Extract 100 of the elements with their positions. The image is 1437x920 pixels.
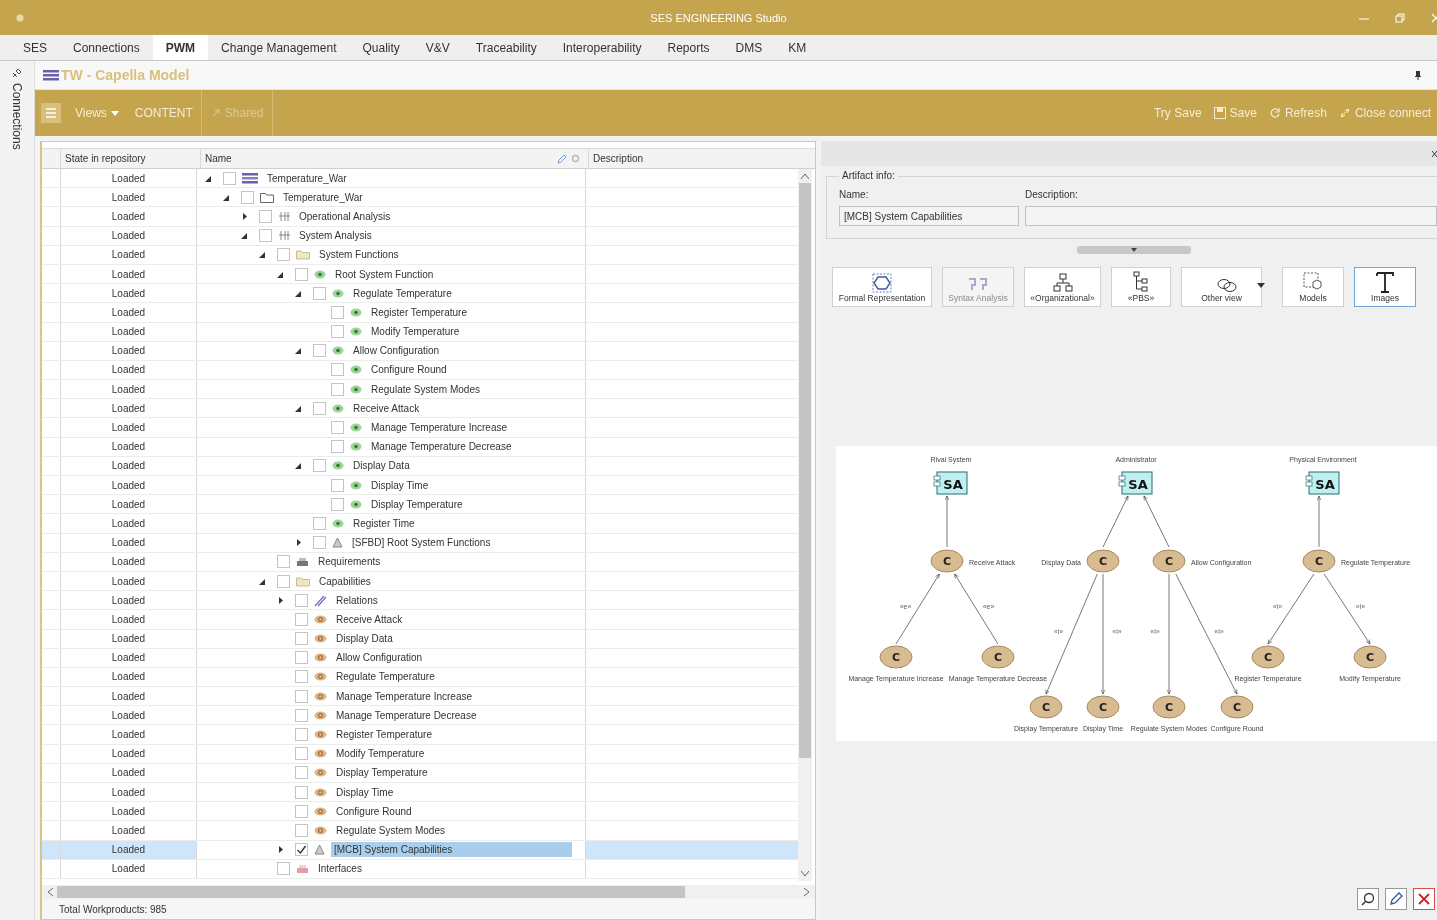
tree-item-label[interactable]: Display Temperature	[333, 765, 431, 781]
checkbox[interactable]	[313, 459, 326, 473]
table-row[interactable]: Loaded Display Data	[42, 456, 798, 476]
checkbox[interactable]	[295, 708, 308, 722]
table-row[interactable]: Loaded Modify Temperature	[42, 744, 798, 764]
checkbox[interactable]	[295, 747, 308, 761]
checkbox[interactable]	[313, 401, 326, 415]
view-button[interactable]: Other view	[1181, 267, 1262, 307]
tree-item-label[interactable]: Regulate System Modes	[333, 822, 448, 838]
checkbox[interactable]	[295, 612, 308, 626]
vertical-scrollbar[interactable]	[798, 169, 812, 881]
view-button[interactable]: Models	[1282, 267, 1344, 307]
checkbox[interactable]	[241, 190, 254, 204]
table-row[interactable]: Loaded Root System Function	[42, 264, 798, 285]
table-row[interactable]: Loaded Regulate System Modes	[42, 380, 798, 400]
table-row[interactable]: Loaded Requirements	[42, 552, 798, 572]
table-row[interactable]: Loaded Manage Temperature Decrease	[42, 706, 798, 726]
menu-tab[interactable]: PWM	[152, 35, 209, 60]
checkbox[interactable]	[295, 785, 308, 799]
restore-icon[interactable]	[1395, 12, 1405, 23]
scroll-down-icon[interactable]	[801, 871, 809, 876]
table-row[interactable]: Loaded Receive Attack	[42, 399, 798, 419]
checkbox[interactable]	[277, 574, 290, 588]
menu-tab[interactable]: Quality	[349, 35, 413, 60]
tree-item-label[interactable]: Configure Round	[333, 803, 415, 819]
table-row[interactable]: Loaded Manage Temperature Decrease	[42, 437, 798, 457]
link-icon[interactable]	[1338, 107, 1351, 119]
table-row[interactable]: Loaded Display Data	[42, 629, 798, 649]
menu-tab[interactable]: Reports	[654, 35, 723, 60]
menu-tab[interactable]: DMS	[722, 35, 776, 60]
table-row[interactable]: Loaded Allow Configuration	[42, 341, 798, 361]
tree-item-label[interactable]: Temperature_War	[264, 170, 350, 186]
tree-item-label[interactable]: Modify Temperature	[333, 746, 428, 762]
tree-item-label[interactable]: System Analysis	[296, 228, 375, 244]
menu-tab[interactable]: Connections	[60, 35, 153, 60]
tree-item-label[interactable]: Capabilities	[316, 573, 374, 589]
horizontal-scrollbar[interactable]	[42, 885, 815, 899]
hierarchy-icon[interactable]	[1051, 273, 1074, 293]
view-button[interactable]: Formal Representation	[832, 267, 932, 307]
tree-item-label[interactable]: System Functions	[316, 247, 402, 263]
tree-item-label[interactable]: Configure Round	[368, 362, 450, 378]
checkbox[interactable]	[331, 421, 344, 435]
menu-tab[interactable]: Interoperability	[549, 35, 655, 60]
tree-item-label[interactable]: [SFBD] Root System Functions	[349, 535, 494, 551]
tree-item-label[interactable]: Regulate Temperature	[333, 669, 438, 685]
checkbox[interactable]	[331, 478, 344, 492]
refresh-icon[interactable]	[1268, 107, 1281, 119]
hexagon-icon[interactable]	[871, 273, 893, 293]
scroll-right-icon[interactable]	[804, 888, 809, 896]
table-row[interactable]: Loaded Manage Temperature Increase	[42, 687, 798, 707]
table-row[interactable]: Loaded Relations	[42, 591, 798, 611]
side-tab[interactable]: Connections	[10, 83, 24, 150]
menu-tab[interactable]: KM	[775, 35, 820, 60]
tree-item-label[interactable]: Modify Temperature	[368, 324, 463, 340]
view-button[interactable]: «PBS»	[1111, 267, 1171, 307]
checkbox[interactable]	[295, 843, 308, 857]
table-row[interactable]: Loaded Capabilities	[42, 571, 798, 592]
checkbox[interactable]	[223, 171, 236, 185]
checkbox[interactable]	[277, 862, 290, 876]
tree-item-label[interactable]: Display Temperature	[368, 496, 466, 512]
menu-tab[interactable]: SES	[10, 35, 60, 60]
caret-icon[interactable]	[1131, 248, 1137, 252]
tree-item-label[interactable]: Manage Temperature Increase	[368, 420, 510, 436]
checkbox[interactable]	[295, 804, 308, 818]
checkbox[interactable]	[313, 516, 326, 530]
checkbox[interactable]	[331, 305, 344, 319]
caret-icon[interactable]	[1256, 282, 1265, 288]
table-row[interactable]: Loaded Regulate System Modes	[42, 821, 798, 841]
tree-item-label[interactable]: Operational Analysis	[296, 208, 394, 224]
tree-item-label[interactable]: Register Temperature	[333, 727, 435, 743]
tree-item-label[interactable]: Requirements	[315, 554, 384, 570]
column-header[interactable]: Name	[205, 153, 232, 164]
table-row[interactable]: Loaded [MCB] System Capabilities	[42, 840, 798, 860]
table-row[interactable]: Loaded Display Temperature	[42, 763, 798, 783]
checkbox[interactable]	[331, 382, 344, 396]
table-row[interactable]: Loaded Register Time	[42, 514, 798, 534]
close-icon[interactable]	[1432, 149, 1437, 158]
tree-item-label[interactable]: Root System Function	[332, 266, 437, 282]
table-row[interactable]: Loaded Regulate Temperature	[42, 667, 798, 688]
checkbox[interactable]	[295, 593, 308, 607]
splitter-handle[interactable]	[1077, 246, 1191, 254]
tree-item-label[interactable]: Display Time	[368, 477, 432, 493]
save-icon[interactable]	[1213, 107, 1226, 119]
table-row[interactable]: Loaded System Functions	[42, 245, 798, 265]
tree-item-label[interactable]: Interfaces	[315, 861, 365, 877]
table-row[interactable]: Loaded Regulate Temperature	[42, 284, 798, 304]
tree-item-label[interactable]: Relations	[333, 592, 381, 608]
menu-tab[interactable]: V&V	[412, 35, 463, 60]
scroll-left-icon[interactable]	[48, 888, 53, 896]
table-row[interactable]: Loaded Configure Round	[42, 802, 798, 822]
tree-item-label[interactable]: Display Data	[333, 631, 396, 647]
tree-item-label[interactable]: Register Time	[350, 515, 418, 531]
table-row[interactable]: Loaded Manage Temperature Increase	[42, 418, 798, 438]
view-button[interactable]: Images	[1354, 267, 1416, 307]
checkbox[interactable]	[259, 229, 272, 243]
checkbox[interactable]	[313, 344, 326, 358]
text-icon[interactable]	[1375, 271, 1395, 293]
tree-item-label[interactable]: Manage Temperature Decrease	[368, 439, 515, 455]
table-row[interactable]: Loaded Register Temperature	[42, 303, 798, 323]
tree-item-label[interactable]: Display Data	[350, 458, 413, 474]
